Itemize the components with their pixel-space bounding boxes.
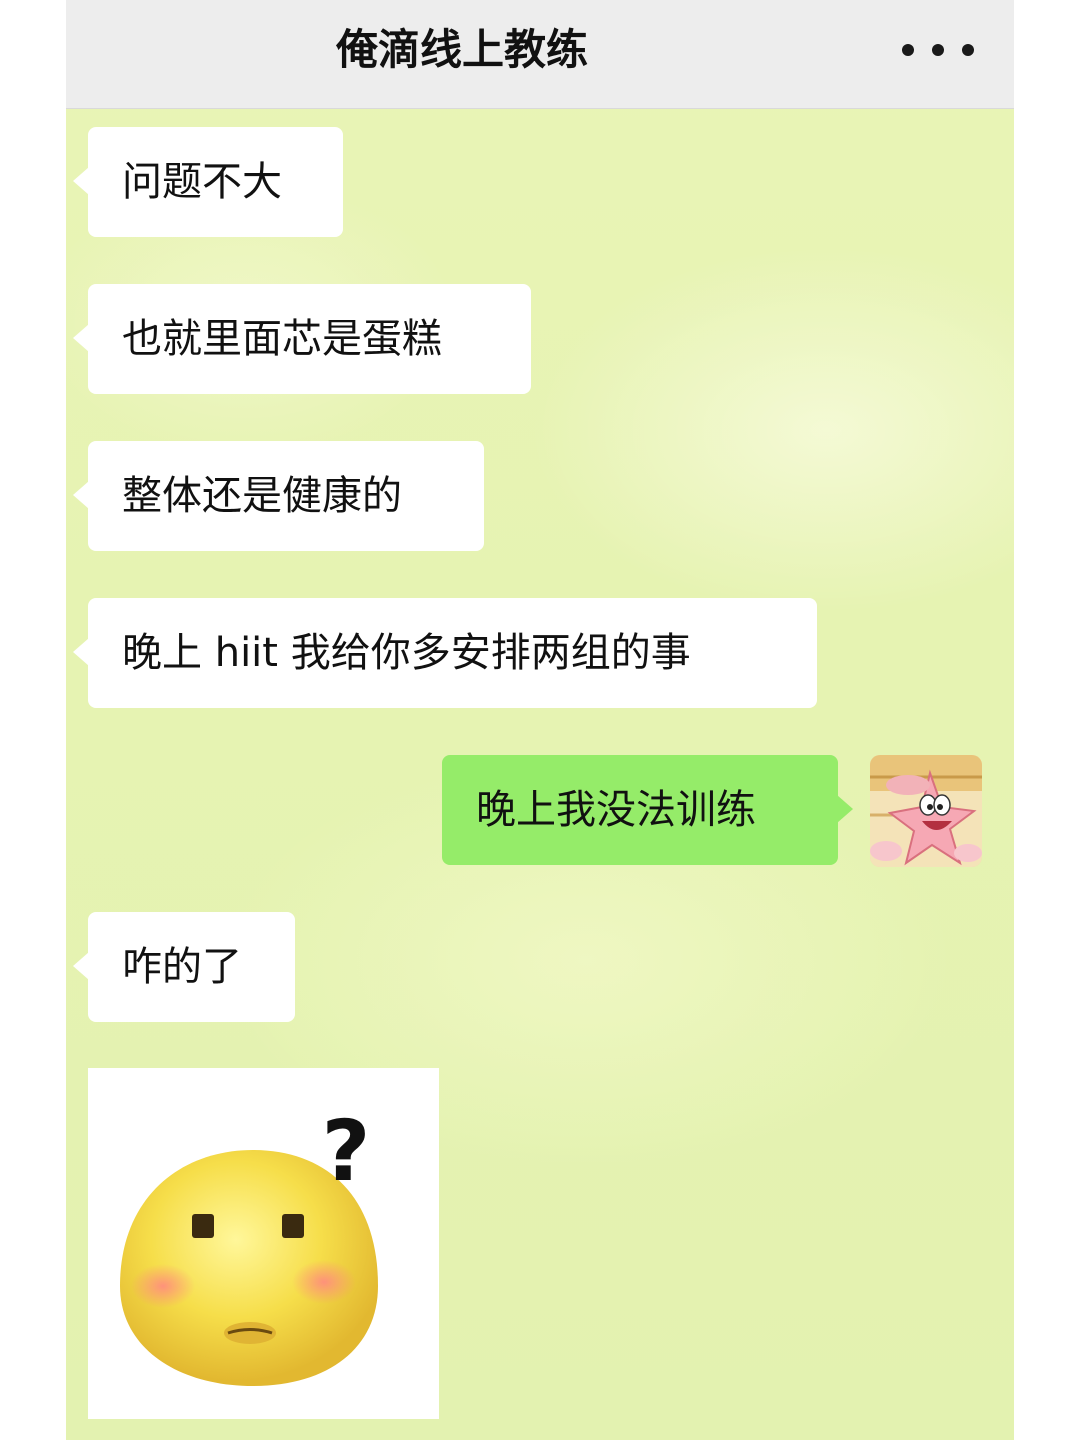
confused-face-icon: ? (120, 1102, 378, 1386)
chat-screen: 俺滴线上教练 问题不大 也就里面芯是蛋糕 整体还是健康的 晚上 hiit 我给你… (66, 0, 1014, 1440)
message-bubble-incoming[interactable]: 也就里面芯是蛋糕 (73, 284, 531, 394)
question-mark: ? (322, 1102, 371, 1200)
patrick-star-icon (870, 755, 982, 867)
patrick-star-avatar[interactable] (870, 755, 982, 867)
chat-header: 俺滴线上教练 (66, 0, 1014, 109)
message-bubble-incoming[interactable]: 咋的了 (73, 912, 295, 1022)
message-bubble-incoming[interactable]: 晚上 hiit 我给你多安排两组的事 (73, 598, 817, 708)
message-bubble-incoming[interactable]: 整体还是健康的 (73, 441, 484, 551)
chat-title: 俺滴线上教练 (335, 25, 588, 74)
message-bubble-outgoing[interactable]: 晚上我没法训练 (442, 755, 853, 865)
more-options-icon[interactable] (902, 30, 974, 70)
confused-yellow-face-sticker[interactable]: ? (88, 1068, 439, 1419)
message-bubble-incoming[interactable]: 问题不大 (73, 127, 343, 237)
